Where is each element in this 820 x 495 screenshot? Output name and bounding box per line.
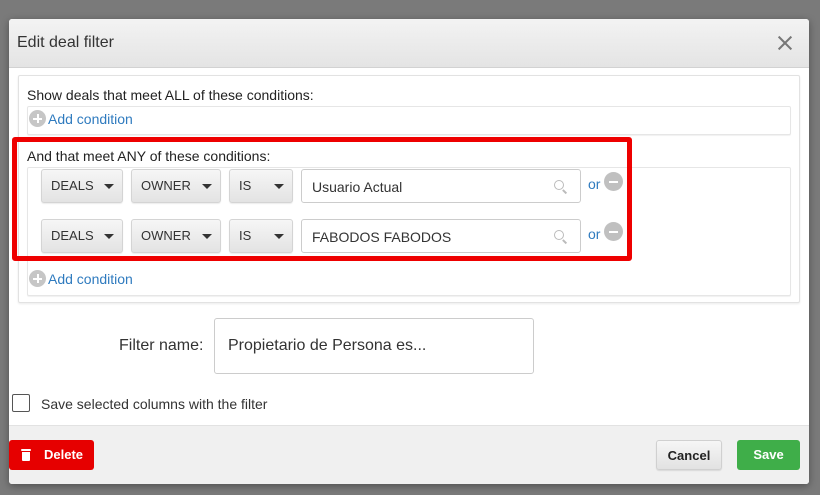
plus-circle-icon [29,270,46,287]
save-columns-label: Save selected columns with the filter [41,396,268,412]
all-conditions-label: Show deals that meet ALL of these condit… [27,87,314,103]
filter-name-input[interactable]: Propietario de Persona es... [214,318,534,374]
save-button[interactable]: Save [737,440,800,470]
save-columns-checkbox[interactable] [12,394,30,412]
add-any-condition-button[interactable]: Add condition [29,270,133,287]
annotation-highlight-box [12,137,632,261]
add-condition-label: Add condition [48,110,133,127]
trash-icon [21,449,31,461]
add-all-condition-button[interactable]: Add condition [29,110,133,127]
edit-deal-filter-dialog: Edit deal filter Show deals that meet AL… [9,19,809,484]
cancel-button[interactable]: Cancel [656,440,722,470]
dialog-header: Edit deal filter [9,19,809,68]
plus-circle-icon [29,110,46,127]
delete-button[interactable]: Delete [9,440,94,470]
close-icon[interactable] [775,33,795,53]
filter-name-label: Filter name: [119,337,204,354]
dialog-footer: Delete Cancel Save [9,425,809,484]
dialog-title: Edit deal filter [17,34,114,51]
add-condition-label: Add condition [48,270,133,287]
all-conditions-box: Add condition [27,106,791,135]
